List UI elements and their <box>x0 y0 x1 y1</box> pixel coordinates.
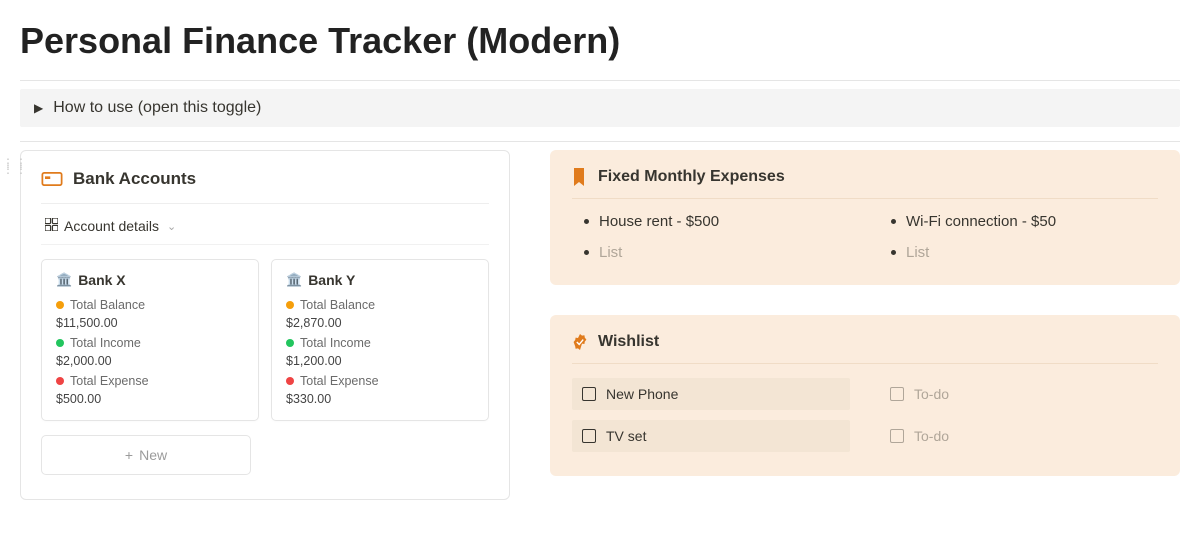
divider <box>20 80 1180 81</box>
todo-text: New Phone <box>606 386 678 402</box>
bank-accounts-header[interactable]: Bank Accounts <box>41 169 489 204</box>
drag-handle-icon[interactable]: ⋮⋮⋮⋮ <box>2 160 28 172</box>
bullet-icon <box>584 219 589 224</box>
status-dot-orange <box>286 301 294 309</box>
list-item[interactable]: House rent - $500 <box>584 213 851 230</box>
new-account-button[interactable]: + New <box>41 435 251 475</box>
bullet-icon <box>891 219 896 224</box>
bullet-icon <box>891 250 896 255</box>
checkbox-icon[interactable] <box>890 429 904 443</box>
account-details-view-selector[interactable]: Account details ⌄ <box>41 204 489 245</box>
badge-check-icon <box>572 333 588 351</box>
todo-text: TV set <box>606 428 646 444</box>
stat-balance-value: $11,500.00 <box>56 316 244 330</box>
status-dot-orange <box>56 301 64 309</box>
accounts-grid: 🏛️ Bank X Total Balance $11,500.00 Total… <box>41 259 489 421</box>
list-item-placeholder[interactable]: List <box>584 244 851 261</box>
todo-item[interactable]: TV set <box>572 420 850 452</box>
stat-label-income: Total Income <box>300 336 371 350</box>
todo-item[interactable]: New Phone <box>572 378 850 410</box>
bank-accounts-title: Bank Accounts <box>73 169 196 189</box>
stat-label-balance: Total Balance <box>70 298 145 312</box>
gallery-icon <box>45 218 58 234</box>
triangle-right-icon: ▶ <box>34 101 43 115</box>
how-to-use-toggle[interactable]: ▶ How to use (open this toggle) <box>20 89 1180 127</box>
item-text: Wi-Fi connection - $50 <box>906 213 1056 230</box>
item-text: House rent - $500 <box>599 213 719 230</box>
item-text: List <box>906 244 929 261</box>
checkbox-icon[interactable] <box>582 387 596 401</box>
stat-income-value: $1,200.00 <box>286 354 474 368</box>
stat-expense-value: $330.00 <box>286 392 474 406</box>
fixed-expenses-header[interactable]: Fixed Monthly Expenses <box>572 168 1158 199</box>
stat-label-balance: Total Balance <box>300 298 375 312</box>
fixed-expenses-title: Fixed Monthly Expenses <box>598 168 785 186</box>
fixed-expenses-card: Fixed Monthly Expenses House rent - $500… <box>550 150 1180 285</box>
wishlist-title: Wishlist <box>598 333 659 351</box>
todo-item-placeholder[interactable]: To-do <box>880 420 1158 452</box>
status-dot-green <box>56 339 64 347</box>
page-title: Personal Finance Tracker (Modern) <box>20 20 1180 62</box>
plus-icon: + <box>125 447 133 463</box>
view-label: Account details <box>64 218 159 234</box>
bookmark-icon <box>572 168 588 186</box>
wishlist-header[interactable]: Wishlist <box>572 333 1158 364</box>
fixed-expenses-list: House rent - $500 Wi-Fi connection - $50… <box>572 199 1158 261</box>
status-dot-red <box>56 377 64 385</box>
wallet-icon <box>41 172 63 186</box>
status-dot-red <box>286 377 294 385</box>
checkbox-icon[interactable] <box>582 429 596 443</box>
chevron-down-icon: ⌄ <box>167 220 176 233</box>
stat-label-expense: Total Expense <box>300 374 379 388</box>
toggle-label: How to use (open this toggle) <box>53 99 261 117</box>
list-item-placeholder[interactable]: List <box>891 244 1158 261</box>
stat-income-value: $2,000.00 <box>56 354 244 368</box>
stat-label-income: Total Income <box>70 336 141 350</box>
todo-item-placeholder[interactable]: To-do <box>880 378 1158 410</box>
account-card[interactable]: 🏛️ Bank Y Total Balance $2,870.00 Total … <box>271 259 489 421</box>
account-card[interactable]: 🏛️ Bank X Total Balance $11,500.00 Total… <box>41 259 259 421</box>
stat-balance-value: $2,870.00 <box>286 316 474 330</box>
wishlist-card: Wishlist New Phone To-do TV set To-do <box>550 315 1180 476</box>
todo-text: To-do <box>914 428 949 444</box>
list-item[interactable]: Wi-Fi connection - $50 <box>891 213 1158 230</box>
bullet-icon <box>584 250 589 255</box>
bank-icon: 🏛️ <box>56 272 72 288</box>
account-name: Bank X <box>78 272 125 288</box>
account-name: Bank Y <box>308 272 355 288</box>
main-content-row: ⋮⋮⋮⋮ Bank Accounts Account details ⌄ 🏛️ … <box>20 150 1180 500</box>
divider <box>20 141 1180 142</box>
item-text: List <box>599 244 622 261</box>
stat-expense-value: $500.00 <box>56 392 244 406</box>
wishlist-list: New Phone To-do TV set To-do <box>572 364 1158 452</box>
bank-accounts-card: Bank Accounts Account details ⌄ 🏛️ Bank … <box>20 150 510 500</box>
status-dot-green <box>286 339 294 347</box>
stat-label-expense: Total Expense <box>70 374 149 388</box>
right-column: Fixed Monthly Expenses House rent - $500… <box>550 150 1180 476</box>
new-label: New <box>139 447 167 463</box>
checkbox-icon[interactable] <box>890 387 904 401</box>
todo-text: To-do <box>914 386 949 402</box>
bank-icon: 🏛️ <box>286 272 302 288</box>
